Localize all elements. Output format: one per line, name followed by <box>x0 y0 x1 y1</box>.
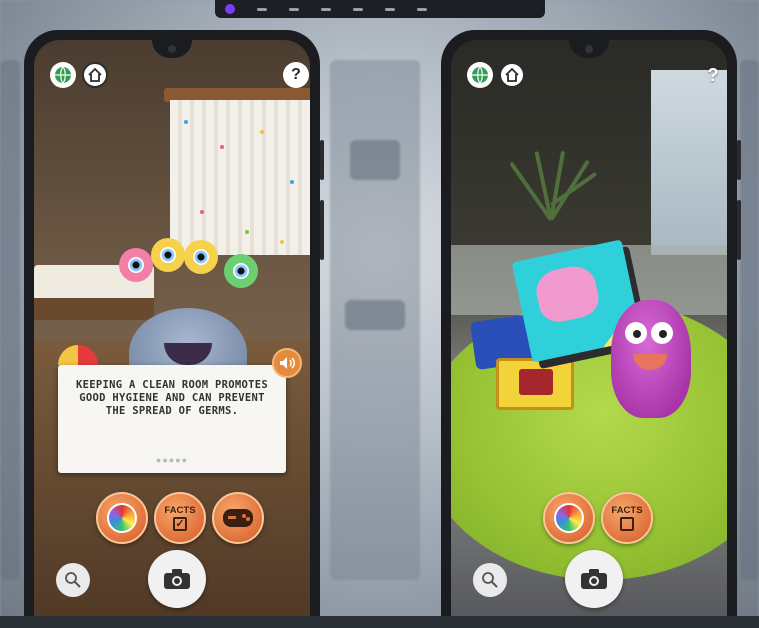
camera-icon <box>164 569 190 589</box>
zoom-button[interactable] <box>473 563 507 597</box>
language-button[interactable] <box>467 62 493 88</box>
help-button[interactable]: ? <box>700 62 726 88</box>
globe-icon <box>472 66 488 84</box>
magnifier-icon <box>65 572 81 588</box>
color-brush-icon <box>107 503 137 533</box>
facts-button[interactable]: FACTS <box>601 492 653 544</box>
speaker-icon <box>280 357 295 369</box>
monster-eye <box>151 238 185 272</box>
camera-shutter-button[interactable] <box>148 550 206 608</box>
camera-shutter-button[interactable] <box>565 550 623 608</box>
game-button[interactable] <box>212 492 264 544</box>
help-button[interactable]: ? <box>283 62 309 88</box>
checkbox-checked-icon: ✓ <box>173 517 187 531</box>
fact-card[interactable]: KEEPING A CLEAN ROOM PROMOTES GOOD HYGIE… <box>58 365 286 473</box>
zoom-button[interactable] <box>56 563 90 597</box>
fact-pager-dots[interactable]: ●●●●● <box>58 455 286 465</box>
paint-button[interactable] <box>543 492 595 544</box>
sound-button[interactable] <box>272 348 302 378</box>
facts-label: FACTS <box>164 505 196 516</box>
color-brush-icon <box>554 503 584 533</box>
question-mark-icon: ? <box>707 64 719 85</box>
ar-monster-purple[interactable] <box>611 300 691 418</box>
checkbox-empty-icon <box>620 517 634 531</box>
monster-eye <box>224 254 258 288</box>
ar-treasure-chest[interactable] <box>496 358 574 410</box>
home-button[interactable] <box>499 62 525 88</box>
home-button[interactable] <box>82 62 108 88</box>
potted-plant <box>506 130 598 240</box>
fact-text: KEEPING A CLEAN ROOM PROMOTES GOOD HYGIE… <box>75 379 269 417</box>
curtain <box>170 100 310 255</box>
monster-eye <box>184 240 218 274</box>
magnifier-icon <box>482 572 498 588</box>
right-phone-screen: ? FACTS <box>451 40 727 628</box>
left-phone: ? KEEPING A CLEAN ROOM PROMOTES GOOD HYG… <box>24 30 324 628</box>
bottom-bar <box>0 616 759 628</box>
paint-button[interactable] <box>96 492 148 544</box>
screen-recorder-toolbar <box>215 0 545 18</box>
facts-button[interactable]: FACTS ✓ <box>154 492 206 544</box>
right-phone: ? FACTS <box>441 30 741 628</box>
question-mark-icon: ? <box>291 66 301 83</box>
facts-label: FACTS <box>611 505 643 516</box>
monster-eye <box>119 248 153 282</box>
home-icon <box>88 68 102 82</box>
left-phone-screen: ? KEEPING A CLEAN ROOM PROMOTES GOOD HYG… <box>34 40 310 628</box>
gamepad-icon <box>223 509 253 527</box>
bed-frame <box>34 298 154 320</box>
window <box>651 70 727 255</box>
recorder-dot-icon <box>225 4 235 14</box>
home-icon <box>505 68 519 82</box>
globe-icon <box>55 66 71 84</box>
language-button[interactable] <box>50 62 76 88</box>
camera-icon <box>581 569 607 589</box>
